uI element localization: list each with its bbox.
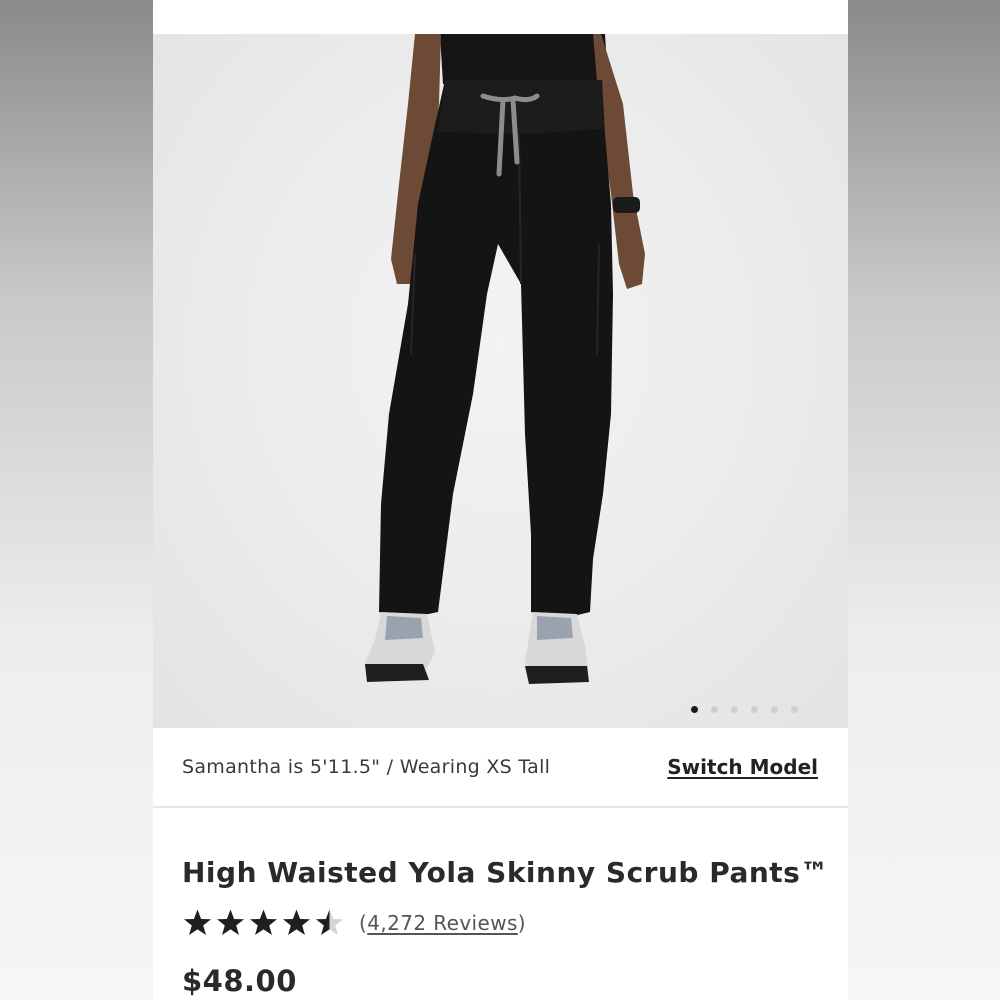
product-page: Samantha is 5'11.5" / Wearing XS Tall Sw…: [153, 0, 848, 1000]
reviews-open-paren: (: [359, 910, 368, 935]
star-half-icon: [316, 909, 343, 935]
product-rating: (4,272 Reviews): [182, 908, 526, 937]
reviews-close-paren: ): [517, 910, 526, 935]
model-wearing-pants-image: [365, 34, 645, 684]
model-size-info: Samantha is 5'11.5" / Wearing XS Tall: [182, 756, 551, 778]
switch-model-link[interactable]: Switch Model: [667, 755, 818, 779]
gallery-dot[interactable]: [791, 706, 798, 713]
product-price: $48.00: [182, 964, 297, 998]
gallery-pagination: [691, 706, 798, 713]
gallery-dot[interactable]: [731, 706, 738, 713]
product-title: High Waisted Yola Skinny Scrub Pants™: [182, 856, 829, 889]
star-filled-icon: [217, 909, 244, 935]
gallery-dot[interactable]: [751, 706, 758, 713]
star-filled-icon: [184, 909, 211, 935]
reviews-link[interactable]: 4,272 Reviews: [367, 911, 518, 935]
gallery-dot[interactable]: [711, 706, 718, 713]
gallery-dot[interactable]: [691, 706, 698, 713]
star-filled-icon: [283, 909, 310, 935]
reviews-count: (4,272 Reviews): [359, 911, 526, 935]
product-image[interactable]: [153, 34, 848, 728]
screenshot-frame: Samantha is 5'11.5" / Wearing XS Tall Sw…: [0, 0, 1000, 1000]
gallery-dot[interactable]: [771, 706, 778, 713]
rating-stars: [182, 908, 345, 937]
star-filled-icon: [250, 909, 277, 935]
model-info-row: Samantha is 5'11.5" / Wearing XS Tall Sw…: [153, 728, 848, 808]
